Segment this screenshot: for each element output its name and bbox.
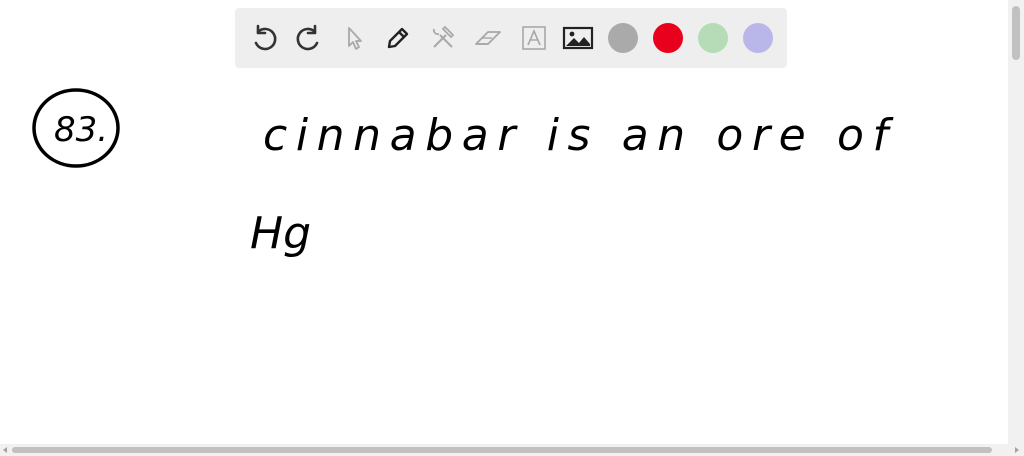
eraser-icon	[475, 31, 501, 45]
undo-button[interactable]	[246, 20, 282, 56]
color-swatch-purple[interactable]	[743, 23, 773, 53]
scroll-right-arrow-icon[interactable]	[1015, 447, 1019, 453]
select-tool-button[interactable]	[336, 20, 372, 56]
scroll-left-arrow-icon[interactable]	[3, 447, 7, 453]
image-icon	[562, 26, 594, 50]
handwritten-line-2: Hg	[250, 208, 311, 259]
drawing-toolbar	[235, 8, 787, 68]
handwritten-line-1: cinnabar is an ore of	[263, 110, 895, 161]
vertical-scrollbar[interactable]	[1008, 0, 1024, 444]
problem-number: 83.	[54, 110, 108, 150]
pen-icon	[387, 27, 409, 49]
color-swatch-green[interactable]	[698, 23, 728, 53]
vertical-scrollbar-thumb[interactable]	[1012, 6, 1020, 60]
image-tool-button[interactable]	[560, 20, 596, 56]
color-swatch-red[interactable]	[653, 23, 683, 53]
color-swatch-gray[interactable]	[608, 23, 638, 53]
cursor-icon	[348, 27, 362, 50]
shapes-tool-button[interactable]	[425, 20, 461, 56]
eraser-tool-button[interactable]	[470, 20, 506, 56]
undo-icon	[254, 24, 277, 51]
horizontal-scrollbar[interactable]	[0, 444, 1024, 456]
redo-icon	[296, 24, 319, 51]
pen-tool-button[interactable]	[380, 20, 416, 56]
redo-button[interactable]	[291, 20, 327, 56]
text-tool-button[interactable]	[516, 20, 552, 56]
text-box-icon	[522, 26, 546, 50]
whiteboard-canvas[interactable]: 83. cinnabar is an ore of Hg	[0, 0, 1008, 444]
tools-icon	[432, 25, 455, 48]
horizontal-scrollbar-thumb[interactable]	[12, 447, 992, 453]
